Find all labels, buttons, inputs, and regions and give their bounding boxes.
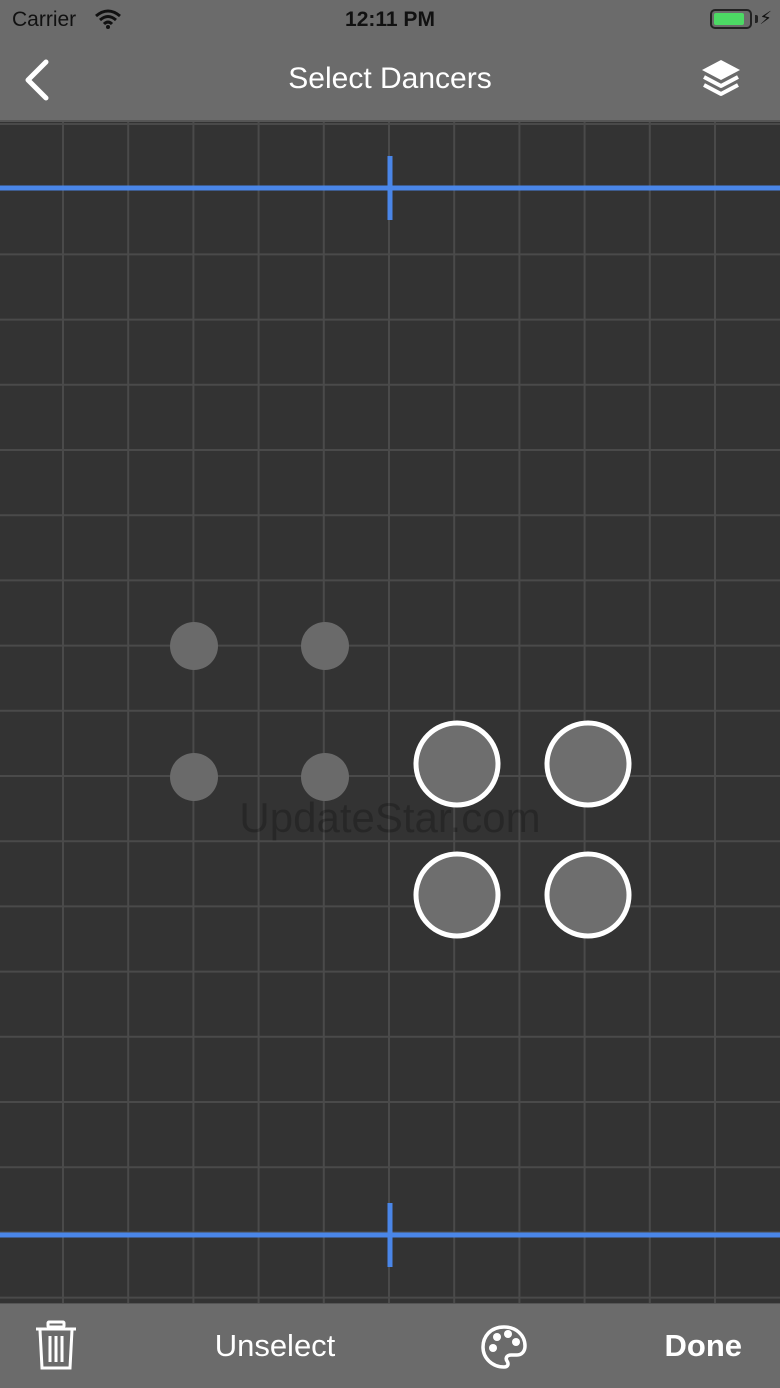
dancer-selected[interactable] [413, 720, 501, 808]
clock-label: 12:11 PM [345, 8, 435, 31]
status-bar: Carrier 12:11 PM ⚡ [0, 0, 780, 40]
dance-stage[interactable]: UpdateStar.com [0, 122, 780, 1303]
page-title: Select Dancers [288, 62, 492, 95]
dancer-selected[interactable] [413, 851, 501, 939]
stage-canvas[interactable] [0, 122, 780, 1303]
dancer-selected[interactable] [544, 851, 632, 939]
done-button[interactable]: Done [665, 1328, 743, 1364]
layers-icon [702, 60, 740, 96]
battery-tip [755, 15, 758, 23]
bottom-toolbar: Unselect Done [0, 1303, 780, 1388]
dancer[interactable] [170, 622, 218, 670]
dancer-selected[interactable] [544, 720, 632, 808]
dancer[interactable] [170, 753, 218, 801]
trash-icon [36, 1320, 76, 1370]
dancer[interactable] [301, 753, 349, 801]
unselect-button[interactable]: Unselect [190, 1328, 360, 1364]
layers-button[interactable] [698, 56, 744, 102]
palette-icon [481, 1325, 527, 1369]
color-button[interactable] [480, 1324, 528, 1370]
charging-icon: ⚡ [759, 8, 772, 28]
battery-level [714, 13, 744, 25]
battery-icon [710, 9, 752, 29]
delete-button[interactable] [34, 1320, 78, 1372]
dancer[interactable] [301, 622, 349, 670]
navigation-bar: Select Dancers [0, 40, 780, 122]
